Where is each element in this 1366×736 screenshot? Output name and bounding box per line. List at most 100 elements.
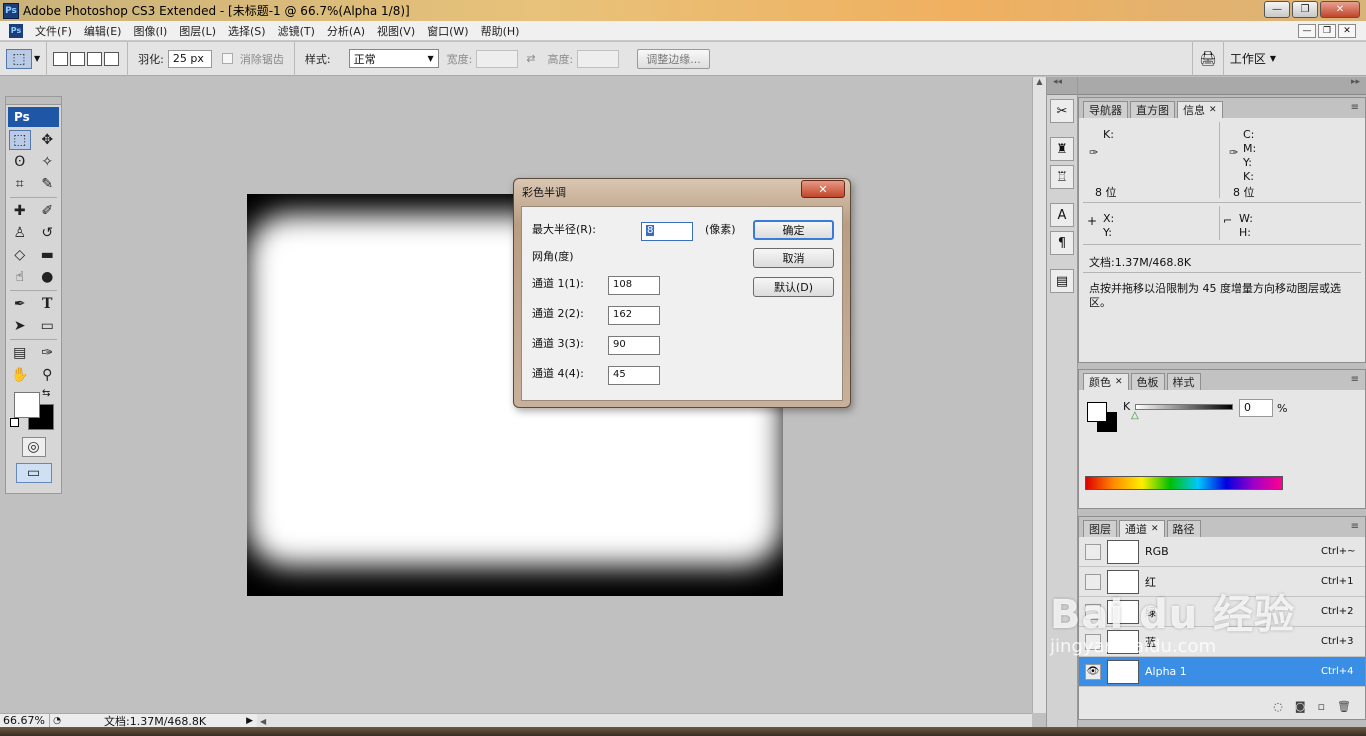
- default-colors-icon[interactable]: [10, 418, 19, 427]
- feather-input[interactable]: 25 px: [167, 49, 212, 68]
- preset-dropdown-icon[interactable]: ▼: [34, 54, 40, 63]
- tab-styles[interactable]: 样式: [1166, 373, 1201, 390]
- trash-icon[interactable]: 🗑: [1337, 700, 1351, 713]
- doc-minimize-button[interactable]: —: [1298, 24, 1316, 38]
- new-selection-icon[interactable]: [53, 51, 69, 66]
- menu-view[interactable]: 视图(V): [371, 23, 421, 39]
- toolbox-logo[interactable]: Ps: [8, 107, 59, 127]
- load-selection-icon[interactable]: ◌: [1273, 700, 1283, 713]
- max-radius-input[interactable]: 8: [641, 222, 693, 241]
- width-input[interactable]: [476, 49, 519, 68]
- tab-navigator[interactable]: 导航器: [1083, 101, 1128, 118]
- cancel-button[interactable]: 取消: [753, 248, 834, 268]
- antialias-checkbox[interactable]: [221, 53, 233, 64]
- shape-tool-icon[interactable]: ▭: [36, 316, 58, 336]
- status-info-icon[interactable]: ◔: [50, 716, 64, 726]
- doc-close-button[interactable]: ✕: [1338, 24, 1356, 38]
- channel1-input[interactable]: 108: [608, 276, 660, 295]
- color-spectrum-bar[interactable]: [1085, 476, 1283, 490]
- tab-color[interactable]: 颜色 ✕: [1083, 373, 1129, 390]
- menu-file[interactable]: 文件(F): [29, 23, 78, 39]
- quick-mask-icon[interactable]: ◎: [21, 437, 46, 457]
- foreground-color-swatch[interactable]: [14, 392, 40, 418]
- eye-icon[interactable]: 👁: [1085, 663, 1101, 680]
- color-foreground-swatch[interactable]: [1087, 402, 1107, 422]
- clone-source-icon[interactable]: ♖: [1050, 165, 1074, 189]
- dodge-tool-icon[interactable]: ●: [36, 267, 58, 287]
- add-selection-icon[interactable]: [70, 51, 86, 66]
- rect-marquee-preset-icon[interactable]: ⬚: [6, 48, 32, 69]
- menu-filter[interactable]: 滤镜(T): [272, 23, 321, 39]
- path-selection-tool-icon[interactable]: ➤: [9, 316, 31, 336]
- bridge-icon[interactable]: 🖨: [1199, 51, 1217, 67]
- new-channel-icon[interactable]: ▫: [1318, 700, 1325, 713]
- brush-tool-icon[interactable]: ✐: [36, 201, 58, 221]
- menu-help[interactable]: 帮助(H): [475, 23, 526, 39]
- channel3-input[interactable]: 90: [608, 336, 660, 355]
- layer-comps-icon[interactable]: ▤: [1050, 269, 1074, 293]
- minimize-button[interactable]: —: [1264, 1, 1290, 18]
- tab-layers[interactable]: 图层: [1083, 520, 1117, 537]
- refine-edge-button[interactable]: 调整边缘...: [637, 48, 710, 69]
- panel-menu-icon[interactable]: ≡: [1351, 521, 1359, 532]
- zoom-tool-icon[interactable]: ⚲: [36, 365, 58, 385]
- menu-layer[interactable]: 图层(L): [173, 23, 222, 39]
- panel-menu-icon[interactable]: ≡: [1351, 374, 1359, 385]
- tab-close-icon[interactable]: ✕: [1209, 105, 1217, 115]
- panel-menu-icon[interactable]: ≡: [1351, 102, 1359, 113]
- tool-presets-icon[interactable]: ✂: [1050, 99, 1074, 123]
- notes-tool-icon[interactable]: ▤: [9, 343, 31, 363]
- slider-triangle-icon[interactable]: △: [1131, 410, 1139, 421]
- workspace-menu[interactable]: 工作区: [1230, 50, 1266, 67]
- menu-analysis[interactable]: 分析(A): [321, 23, 371, 39]
- close-button[interactable]: ✕: [1320, 1, 1360, 18]
- save-selection-icon[interactable]: ◙: [1295, 700, 1306, 713]
- tab-histogram[interactable]: 直方图: [1130, 101, 1175, 118]
- dialog-close-button[interactable]: ✕: [801, 180, 845, 198]
- vertical-scrollbar[interactable]: ▲: [1032, 77, 1046, 713]
- photoshop-menu-icon[interactable]: Ps: [9, 23, 23, 38]
- visibility-toggle[interactable]: [1085, 633, 1101, 650]
- workspace-dropdown-icon[interactable]: ▼: [1270, 54, 1276, 63]
- magic-wand-tool-icon[interactable]: ✧: [36, 152, 58, 172]
- k-value-input[interactable]: 0: [1239, 399, 1273, 417]
- channel-row[interactable]: 蓝 Ctrl+3: [1079, 627, 1365, 657]
- k-slider[interactable]: [1135, 404, 1233, 410]
- menu-image[interactable]: 图像(I): [127, 23, 173, 39]
- menu-edit[interactable]: 编辑(E): [78, 23, 128, 39]
- brushes-icon[interactable]: ♜: [1050, 137, 1074, 161]
- tab-close-icon[interactable]: ✕: [1115, 377, 1123, 387]
- style-select[interactable]: 正常 ▼: [348, 49, 439, 68]
- dock-expand-icon[interactable]: ▸▸: [1078, 77, 1366, 95]
- history-brush-tool-icon[interactable]: ↺: [36, 223, 58, 243]
- status-menu-icon[interactable]: ▶: [246, 716, 257, 726]
- screen-mode-icon[interactable]: ▭: [15, 463, 52, 483]
- visibility-toggle[interactable]: [1085, 573, 1101, 590]
- crop-tool-icon[interactable]: ⌗: [9, 174, 31, 194]
- tab-close-icon[interactable]: ✕: [1151, 524, 1159, 534]
- pen-tool-icon[interactable]: ✒: [9, 294, 31, 314]
- tab-paths[interactable]: 路径: [1166, 520, 1201, 537]
- channel4-input[interactable]: 45: [608, 366, 660, 385]
- move-tool-icon[interactable]: ✥: [36, 130, 58, 150]
- paragraph-icon[interactable]: ¶: [1050, 231, 1074, 255]
- lasso-tool-icon[interactable]: ʘ: [9, 152, 31, 172]
- healing-brush-tool-icon[interactable]: ✚: [9, 201, 31, 221]
- character-icon[interactable]: A: [1050, 203, 1074, 227]
- gradient-tool-icon[interactable]: ▬: [36, 245, 58, 265]
- slice-tool-icon[interactable]: ✎: [36, 174, 58, 194]
- subtract-selection-icon[interactable]: [87, 51, 103, 66]
- swap-dimensions-icon[interactable]: ⇄: [526, 52, 535, 65]
- channel2-input[interactable]: 162: [608, 306, 660, 325]
- tab-info[interactable]: 信息 ✕: [1177, 101, 1223, 118]
- channel-row[interactable]: RGB Ctrl+~: [1079, 537, 1365, 567]
- ok-button[interactable]: 确定: [753, 220, 834, 240]
- scroll-left-icon[interactable]: ◀: [260, 717, 266, 726]
- rect-marquee-tool-icon[interactable]: ⬚: [8, 130, 31, 150]
- blur-tool-icon[interactable]: ☝: [9, 267, 31, 287]
- zoom-level[interactable]: 66.67%: [0, 714, 50, 727]
- channel-row-selected[interactable]: 👁 Alpha 1 Ctrl+4: [1079, 657, 1365, 687]
- eraser-tool-icon[interactable]: ◇: [9, 245, 31, 265]
- strip-collapse-icon[interactable]: ◂◂: [1047, 77, 1077, 95]
- type-tool-icon[interactable]: T: [36, 294, 58, 314]
